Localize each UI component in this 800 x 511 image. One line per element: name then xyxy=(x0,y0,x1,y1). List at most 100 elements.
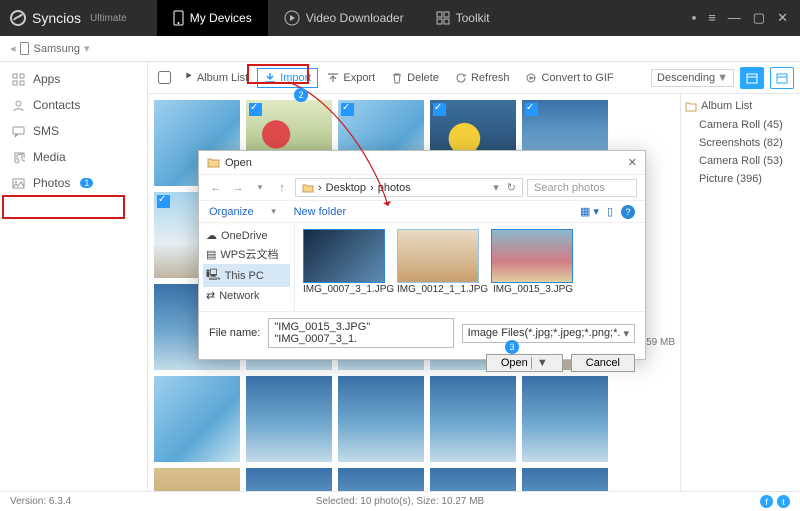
tree-thispc[interactable]: 🖳 This PC xyxy=(203,264,290,287)
file-name: IMG_0012_1_1.JPG xyxy=(397,284,481,295)
sidebar-item-apps[interactable]: Apps xyxy=(0,66,147,92)
album-item[interactable]: Camera Roll (45) xyxy=(685,116,796,134)
nav-fwd-button[interactable]: → xyxy=(229,182,247,194)
refresh-icon xyxy=(455,72,467,84)
file-thumb xyxy=(397,229,479,283)
sidebar-photos-badge: 1 xyxy=(80,178,93,188)
media-icon xyxy=(12,151,25,164)
nav-video-downloader[interactable]: Video Downloader xyxy=(268,0,420,36)
thumb[interactable] xyxy=(154,468,240,491)
dialog-navrow: ← → ▾ ↑ ›Desktop ›photos ▾ ↻ Search phot… xyxy=(199,175,645,201)
refresh-button[interactable]: Refresh xyxy=(448,68,517,88)
file-thumb xyxy=(491,229,573,283)
view-mode-button[interactable]: ▦ ▾ xyxy=(580,205,599,219)
dialog-footer: File name: "IMG_0015_3.JPG" "IMG_0007_3_… xyxy=(199,311,645,354)
app-name: Syncios xyxy=(32,10,81,26)
nav-my-devices[interactable]: My Devices xyxy=(157,0,268,36)
toolbar: ⯈ Album List Import Export Delete Refres… xyxy=(148,62,800,94)
menu-icon[interactable]: ≡ xyxy=(708,10,716,26)
app-logo: Syncios Ultimate xyxy=(10,10,127,26)
filename-input[interactable]: "IMG_0015_3.JPG" "IMG_0007_3_1. xyxy=(268,318,453,348)
sidebar-item-contacts[interactable]: Contacts xyxy=(0,92,147,118)
dialog-buttons: Open ▼ Cancel xyxy=(199,354,645,380)
filter-dropdown[interactable]: Image Files(*.jpg;*.jpeg;*.png;*.▾ xyxy=(462,324,635,343)
sidebar-media-label: Media xyxy=(33,150,66,164)
view-grid-button[interactable] xyxy=(740,67,764,89)
file-item[interactable]: IMG_0015_3.JPG xyxy=(491,229,575,311)
view-list-button[interactable] xyxy=(770,67,794,89)
tree-label: WPS云文档 xyxy=(220,246,278,262)
album-item[interactable]: Picture (396) xyxy=(685,170,796,188)
top-nav: My Devices Video Downloader Toolkit xyxy=(157,0,506,36)
twitter-icon[interactable]: t xyxy=(777,495,790,508)
dialog-tree: ☁ OneDrive ▤ WPS云文档 🖳 This PC ⇄ Network xyxy=(199,223,295,311)
right-pane-title: Album List xyxy=(701,100,752,112)
thumb[interactable] xyxy=(154,376,240,462)
album-item[interactable]: Screenshots (82) xyxy=(685,134,796,152)
gif-label: Convert to GIF xyxy=(541,72,613,84)
select-all-checkbox[interactable] xyxy=(158,71,171,84)
sidebar-item-photos[interactable]: Photos 1 xyxy=(0,170,147,196)
album-item[interactable]: Camera Roll (53) xyxy=(685,152,796,170)
sidebar-contacts-label: Contacts xyxy=(33,98,80,112)
thumb[interactable] xyxy=(430,376,516,462)
preview-pane-button[interactable]: ▯ xyxy=(607,205,613,219)
maximize-button[interactable]: ▢ xyxy=(753,10,765,26)
sort-dropdown[interactable]: Descending▼ xyxy=(651,69,734,87)
thumb[interactable] xyxy=(338,468,424,491)
dialog-search-input[interactable]: Search photos xyxy=(527,179,637,197)
thumb[interactable] xyxy=(522,468,608,491)
open-dialog: Open ✕ ← → ▾ ↑ ›Desktop ›photos ▾ ↻ Sear… xyxy=(198,150,646,360)
album-label: Camera Roll (53) xyxy=(699,155,783,167)
convert-gif-button[interactable]: Convert to GIF xyxy=(518,68,620,88)
contacts-icon xyxy=(12,99,25,112)
filename-label: File name: xyxy=(209,327,260,339)
dialog-title: Open xyxy=(225,157,252,169)
photos-icon xyxy=(12,177,25,190)
minimize-button[interactable]: — xyxy=(728,10,741,26)
close-button[interactable]: ✕ xyxy=(777,10,788,26)
file-item[interactable]: IMG_0012_1_1.JPG xyxy=(397,229,481,311)
right-pane-header[interactable]: Album List xyxy=(685,100,796,112)
thumb[interactable] xyxy=(430,468,516,491)
nav-devices-label: My Devices xyxy=(190,11,252,25)
sidebar-sms-label: SMS xyxy=(33,124,59,138)
folder-open-icon xyxy=(207,157,220,168)
file-item[interactable]: IMG_0007_3_1.JPG xyxy=(303,229,387,311)
sidebar-item-sms[interactable]: SMS xyxy=(0,118,147,144)
thumb[interactable] xyxy=(338,376,424,462)
thumb[interactable] xyxy=(522,376,608,462)
import-icon xyxy=(264,72,276,84)
tree-onedrive[interactable]: ☁ OneDrive xyxy=(203,227,290,244)
tree-network[interactable]: ⇄ Network xyxy=(203,287,290,304)
facebook-icon[interactable]: f xyxy=(760,495,773,508)
dialog-body: ☁ OneDrive ▤ WPS云文档 🖳 This PC ⇄ Network … xyxy=(199,223,645,311)
dialog-files: IMG_0007_3_1.JPG IMG_0012_1_1.JPG IMG_00… xyxy=(295,223,645,311)
refresh-label: Refresh xyxy=(471,72,510,84)
file-name: IMG_0007_3_1.JPG xyxy=(303,284,387,295)
open-label: Open xyxy=(501,357,528,369)
dialog-close-button[interactable]: ✕ xyxy=(628,156,637,169)
phone-small-icon xyxy=(20,42,29,55)
syncios-logo-icon xyxy=(10,10,26,26)
thumb[interactable] xyxy=(246,468,332,491)
nav-toolkit[interactable]: Toolkit xyxy=(420,0,506,36)
open-button[interactable]: Open ▼ xyxy=(486,354,563,372)
grid-icon xyxy=(436,11,450,25)
nav-recent-button[interactable]: ▾ xyxy=(251,182,269,193)
help-button[interactable]: ? xyxy=(621,205,635,219)
cancel-button[interactable]: Cancel xyxy=(571,354,635,372)
tree-label: This PC xyxy=(225,270,264,282)
tree-wps[interactable]: ▤ WPS云文档 xyxy=(203,244,290,264)
sort-label: Descending xyxy=(657,72,715,84)
thumb[interactable] xyxy=(246,376,332,462)
sidebar-item-media[interactable]: Media xyxy=(0,144,147,170)
nav-back-button[interactable]: ← xyxy=(207,182,225,194)
delete-label: Delete xyxy=(407,72,439,84)
thumb-check-icon xyxy=(157,195,170,208)
device-name[interactable]: Samsung xyxy=(34,43,80,55)
organize-button[interactable]: Organize xyxy=(209,206,254,218)
selection-label: Selected: 10 photo(s), Size: 10.27 MB xyxy=(316,496,484,507)
feedback-icon[interactable]: ▪ xyxy=(692,10,697,26)
album-list-button[interactable]: ⯈ Album List xyxy=(177,67,255,88)
